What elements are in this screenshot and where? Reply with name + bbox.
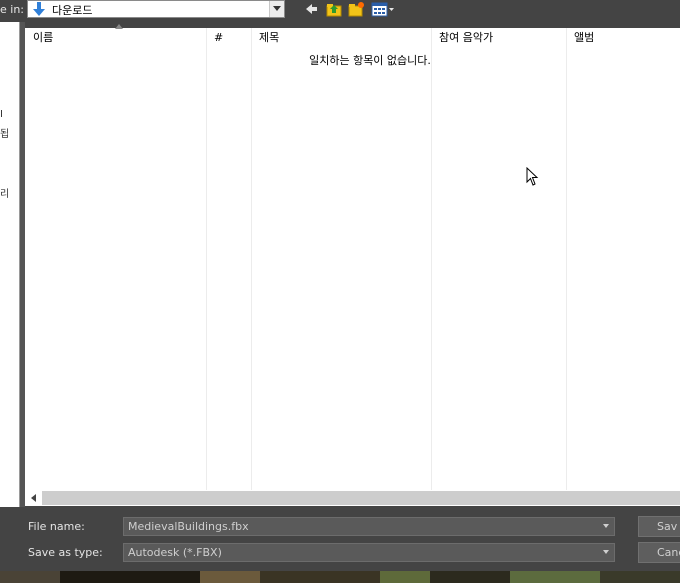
horizontal-scrollbar[interactable] [25, 490, 680, 506]
view-menu-icon[interactable] [371, 1, 395, 17]
column-header-name[interactable]: 이름 [25, 28, 206, 48]
file-list[interactable]: 이름 # 제목 참여 음악가 앨범 일치하는 항목이 없습니다. [25, 28, 680, 490]
column-separator[interactable] [206, 28, 207, 490]
column-header-album[interactable]: 앨범 [566, 28, 680, 48]
save-as-type-label: Save as type: [28, 546, 103, 559]
up-folder-icon[interactable] [326, 1, 342, 17]
places-fragment: 됩 [0, 129, 10, 140]
save-in-label: e in: [0, 3, 24, 16]
scroll-left-icon[interactable] [31, 494, 36, 502]
file-name-label: File name: [28, 520, 85, 533]
empty-list-message: 일치하는 항목이 없습니다. [309, 54, 431, 67]
down-arrow-icon [33, 2, 45, 16]
cancel-button[interactable]: Canc [638, 542, 680, 563]
save-in-combobox[interactable]: 다운로드 [27, 0, 285, 18]
background-scene [0, 571, 680, 583]
save-in-dropdown-button[interactable] [269, 1, 284, 17]
save-as-type-value[interactable]: Autodesk (*.FBX) [128, 546, 222, 559]
places-bar[interactable]: I 됩 리 [0, 22, 20, 507]
column-header-number[interactable]: # [206, 28, 251, 48]
back-icon[interactable] [303, 1, 319, 17]
file-name-combobox[interactable]: MedievalBuildings.fbx [123, 517, 615, 536]
places-fragment: 리 [0, 189, 10, 200]
chevron-down-icon[interactable] [603, 550, 609, 554]
new-folder-icon[interactable] [348, 1, 364, 17]
scrollbar-thumb[interactable] [42, 491, 680, 505]
chevron-down-icon[interactable] [603, 524, 609, 528]
places-fragment: I [0, 109, 3, 120]
save-in-location: 다운로드 [52, 4, 93, 17]
column-separator[interactable] [431, 28, 432, 490]
column-header-title[interactable]: 제목 [251, 28, 431, 48]
save-button[interactable]: Sav [638, 516, 680, 537]
column-separator[interactable] [566, 28, 567, 490]
column-header-artist[interactable]: 참여 음악가 [431, 28, 566, 48]
toolbar: e in: 다운로드 [0, 0, 680, 20]
column-separator[interactable] [251, 28, 252, 490]
mouse-cursor-icon [526, 167, 539, 186]
chevron-down-icon [273, 6, 281, 11]
save-as-type-combobox[interactable]: Autodesk (*.FBX) [123, 543, 615, 562]
file-name-value[interactable]: MedievalBuildings.fbx [128, 520, 249, 533]
sort-indicator-icon [115, 24, 123, 29]
